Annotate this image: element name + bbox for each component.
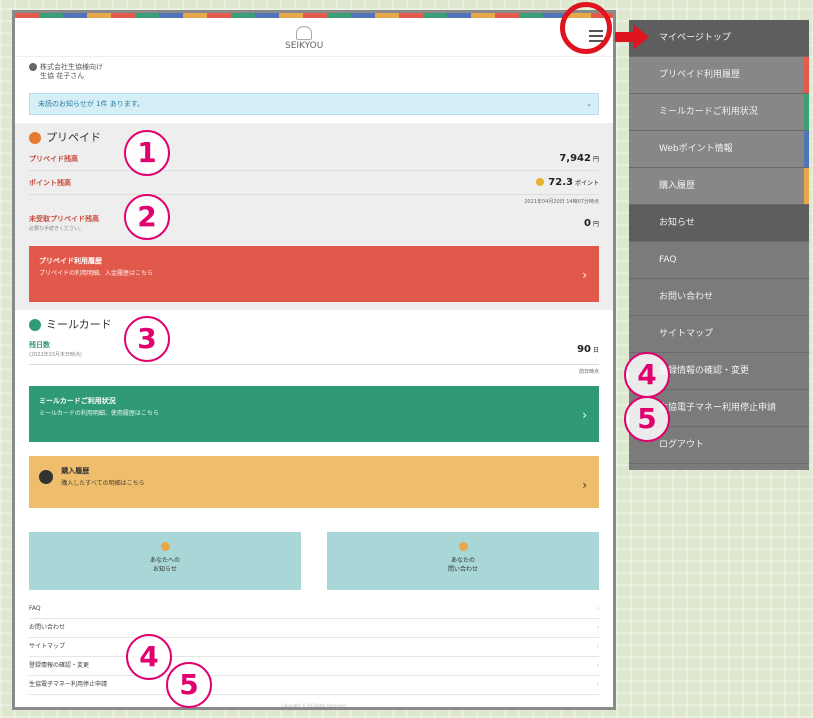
chevron-right-icon: › (596, 681, 599, 688)
meal-updated-time: 前日時点 (578, 369, 599, 375)
section-title-prepaid: プリペイド (29, 129, 599, 147)
chevron-right-icon: › (582, 478, 587, 492)
user-name: 生協 花子さん (40, 72, 85, 80)
meal-usage-button[interactable]: ミールカードご利用状況 ミールカードの利用明細、使用履歴はこちら › (29, 386, 599, 442)
chevron-right-icon: › (596, 624, 599, 631)
menu-item-meal-usage[interactable]: ミールカードご利用状況 (629, 94, 809, 131)
annotation-badge-1: 1 (124, 130, 170, 176)
prepaid-section: プリペイド プリペイド残高 7,942 円 ポイント残高 72.3 ポイント 202… (15, 123, 613, 310)
annotation-badge-3: 3 (124, 316, 170, 362)
copyright: Copyright © All Rights Reserved. (280, 703, 348, 708)
menu-item-faq[interactable]: FAQ (629, 242, 809, 279)
chevron-down-icon: ⌄ (586, 100, 592, 108)
prepaid-balance-row: プリペイド残高 7,942 円 (29, 147, 599, 171)
link-sitemap[interactable]: サイトマップ › (29, 638, 599, 657)
unconfirmed-balance-row: 未受取プリペイド残高 必要な手続きください。 0円 (29, 215, 599, 232)
link-contact[interactable]: お問い合わせ › (29, 619, 599, 638)
footer-links: FAQ › お問い合わせ › サイトマップ › 登録情報の確認・変更 › 生協電子マネー… (29, 600, 599, 695)
prepaid-history-button[interactable]: プリペイド利用履歴 プリペイドの利用明細、入金履歴はこちら › (29, 246, 599, 302)
meal-remaining-row: 残日数 (2022年03月末日時点) 90 日 (29, 334, 599, 365)
menu-item-prepaid-history[interactable]: プリペイド利用履歴 (629, 57, 809, 94)
menu-item-contact[interactable]: お問い合わせ (629, 279, 809, 316)
menu-item-mypage-top[interactable]: マイページトップ (629, 20, 809, 57)
tile-notifications[interactable]: あなたへの お知らせ (29, 532, 301, 590)
notice-banner[interactable]: 未読のお知らせが 1件 あります。 ⌄ (29, 93, 599, 115)
bell-icon (160, 542, 170, 551)
section-title-meal: ミールカード (29, 316, 599, 334)
purchase-history-button[interactable]: 購入履歴 購入したすべての明細はこちら › (29, 456, 599, 508)
menu-item-purchase[interactable]: 購入履歴 (629, 168, 809, 205)
prepaid-icon (29, 132, 41, 144)
chevron-right-icon: › (582, 268, 587, 282)
quick-tiles: あなたへの お知らせ あなたの 問い合わせ (29, 532, 599, 590)
user-icon (29, 63, 37, 71)
link-faq[interactable]: FAQ › (29, 600, 599, 619)
link-profile[interactable]: 登録情報の確認・変更 › (29, 657, 599, 676)
app-header: SEIKYOU (15, 18, 613, 57)
annotation-badge-2: 2 (124, 194, 170, 240)
menu-item-news[interactable]: お知らせ (629, 205, 809, 242)
red-arrow-icon (615, 24, 649, 50)
logo-mark-icon (296, 26, 313, 40)
points-balance-row: ポイント残高 72.3 ポイント (29, 171, 599, 195)
link-suspend[interactable]: 生協電子マネー利用停止申請 › (29, 676, 599, 695)
annotation-badge-4: 4 (126, 634, 172, 680)
chevron-right-icon: › (596, 643, 599, 650)
coin-icon (536, 178, 545, 186)
tile-inquiries[interactable]: あなたの 問い合わせ (327, 532, 599, 590)
menu-item-sitemap[interactable]: サイトマップ (629, 316, 809, 353)
phone-screen: SEIKYOU 株式会社生協様向け 生協 花子さん 未読のお知らせが 1件 あり… (12, 10, 616, 710)
prepaid-updated-time: 2021年04月20日 14時07分時点 (524, 199, 599, 205)
chevron-right-icon: › (596, 662, 599, 669)
meal-card-section: ミールカード 残日数 (2022年03月末日時点) 90 日 前日時点 ミールカード… (15, 310, 613, 516)
app-logo[interactable]: SEIKYOU (285, 26, 323, 51)
chevron-right-icon: › (582, 408, 587, 422)
receipt-icon (39, 469, 53, 484)
chat-icon (458, 542, 468, 551)
annotation-badge-5-menu: 5 (624, 396, 670, 442)
annotation-badge-4-menu: 4 (624, 352, 670, 398)
user-info: 株式会社生協様向け 生協 花子さん (15, 57, 613, 87)
highlight-circle (560, 2, 612, 54)
meal-card-icon (29, 319, 41, 331)
annotation-badge-5: 5 (166, 662, 212, 708)
chevron-right-icon: › (596, 605, 599, 612)
menu-item-web-points[interactable]: Webポイント情報 (629, 131, 809, 168)
